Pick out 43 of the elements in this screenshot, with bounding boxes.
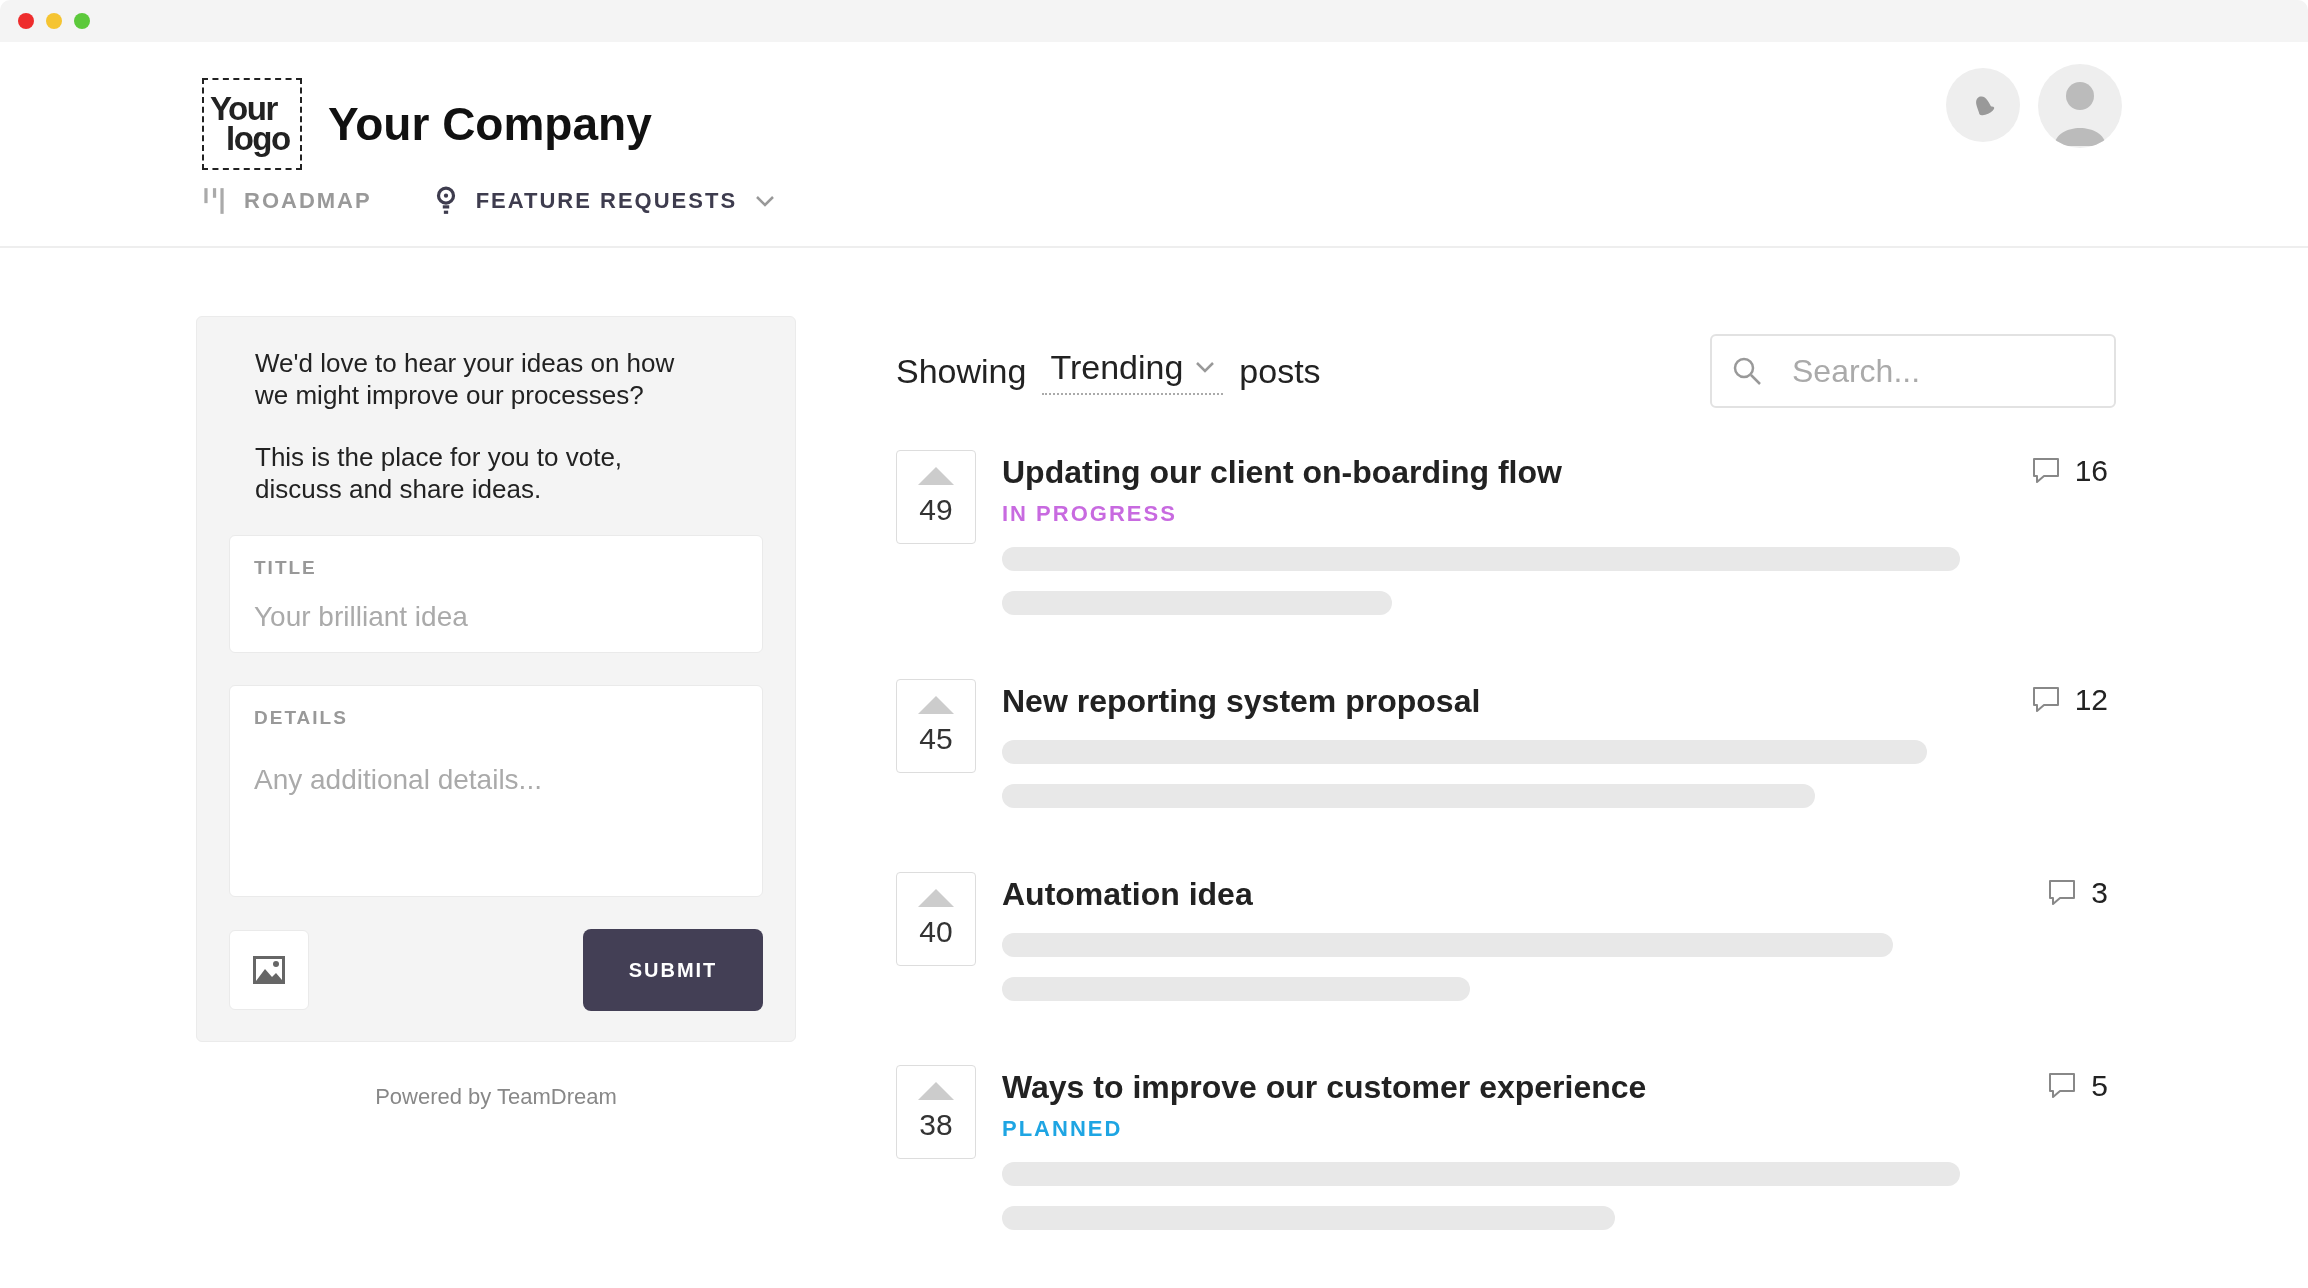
zoom-button[interactable] (74, 13, 90, 29)
status-tag: PLANNED (1002, 1116, 1123, 1142)
upvote-arrow-icon (918, 1082, 954, 1100)
comment-icon (2030, 685, 2061, 714)
field-label: DETAILS (254, 707, 348, 729)
comment-count: 12 (2074, 682, 2108, 717)
submit-button[interactable]: SUBMIT (583, 929, 763, 1011)
intro-text: We'd love to hear your ideas on how we might improve our processes? (255, 347, 676, 411)
minimize-button[interactable] (46, 13, 62, 29)
logo: Your logo (202, 78, 302, 170)
upvote-arrow-icon (918, 696, 954, 714)
post-title[interactable]: Updating our client on-boarding flow (1002, 454, 1562, 491)
company-name: Your Company (328, 97, 652, 151)
intro-text: This is the place for you to vote, discuss and share ideas. (255, 441, 624, 505)
post-title[interactable]: Ways to improve our customer experience (1002, 1069, 1647, 1106)
posts-label: posts (1239, 351, 1321, 391)
showing-label: Showing (896, 351, 1027, 391)
field-label: TITLE (254, 557, 317, 579)
nav-tab[interactable]: FEATURE REQUESTS (433, 186, 776, 216)
upvote-button[interactable]: 45 (896, 679, 976, 773)
image-icon (253, 956, 285, 984)
powered-by-text: Powered by TeamDream (374, 1084, 618, 1110)
close-button[interactable] (18, 13, 34, 29)
search-field[interactable]: Search... (1710, 334, 2116, 408)
upvote-arrow-icon (918, 467, 954, 485)
comment-icon (2047, 878, 2078, 907)
status-tag: IN PROGRESS (1002, 501, 1177, 527)
image-upload-button[interactable] (229, 930, 309, 1010)
upvote-button[interactable]: 49 (896, 450, 976, 544)
post-title[interactable]: New reporting system proposal (1002, 683, 1481, 720)
upvote-button[interactable]: 38 (896, 1065, 976, 1159)
comment-count: 3 (2091, 875, 2108, 910)
bars-icon (202, 186, 226, 216)
comment-count: 5 (2091, 1068, 2108, 1103)
upvote-button[interactable]: 40 (896, 872, 976, 966)
comment-icon (2030, 456, 2061, 485)
search-icon (1732, 356, 1762, 386)
comment-count: 16 (2074, 453, 2108, 488)
chevron-down-icon (1195, 361, 1216, 373)
post-title[interactable]: Automation idea (1002, 876, 1253, 913)
comment-icon (2047, 1071, 2078, 1100)
sort-dropdown[interactable]: Trending (1042, 347, 1224, 395)
upvote-arrow-icon (918, 889, 954, 907)
